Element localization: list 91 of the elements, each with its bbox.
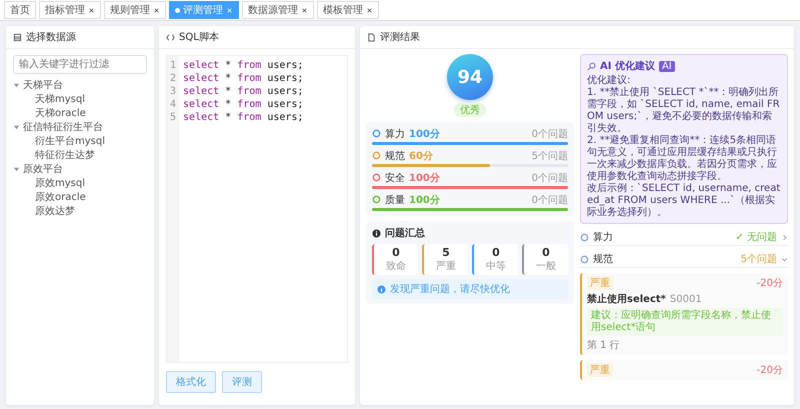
severity-tag: 严重 <box>587 276 613 290</box>
category-name: 算力 <box>593 230 613 244</box>
close-icon[interactable] <box>366 6 373 14</box>
count-label: 中等 <box>486 260 506 273</box>
metric-name: 规范 <box>385 150 405 162</box>
close-icon[interactable] <box>88 6 95 14</box>
chevron-icon[interactable] <box>781 234 788 240</box>
count-value: 5 <box>442 246 450 259</box>
issue-count: 0个问题 <box>532 128 568 140</box>
penalty-text: -20分 <box>756 364 783 377</box>
code-line: select * from users; <box>183 59 304 72</box>
code-editor[interactable]: 1 2 3 4 5 select * from users; select * from users; select * from users; select * from users; select * from users; <box>166 55 348 363</box>
category-row[interactable]: 算力 ✓ 无问题 <box>580 229 788 246</box>
panel-title: 选择数据源 <box>26 30 76 44</box>
count-label: 严重 <box>436 260 456 273</box>
panel-title: 评测结果 <box>380 30 420 44</box>
nav-tab[interactable]: 模板管理 <box>317 1 379 19</box>
suggestion-text: 优化建议: <box>587 75 632 86</box>
search-icon <box>587 62 596 70</box>
notice-text: 发现严重问题，请尽快优化 <box>390 282 510 296</box>
suggestion-box: 建议：应明确查询所需字段名称，禁止使用select*语句 <box>587 308 783 336</box>
code-line: select * from users; <box>183 72 304 85</box>
line-number: 3 <box>170 85 176 98</box>
chevron-icon[interactable] <box>781 256 788 262</box>
tree-item[interactable]: 征信特征衍生平台 <box>13 120 147 134</box>
panel-title: SQL脚本 <box>179 30 219 44</box>
tree-item[interactable]: 特征衍生达梦 <box>13 148 147 162</box>
category-row[interactable]: 规范 5个问题 <box>580 251 788 268</box>
close-icon[interactable] <box>301 6 308 14</box>
metric-score: 100分 <box>409 128 440 140</box>
tree-item[interactable]: 原效达梦 <box>13 204 147 218</box>
tree-item[interactable]: 天梯mysql <box>13 92 147 106</box>
nav-tab[interactable]: 规则管理 <box>104 1 166 19</box>
issue-count: 5个问题 <box>532 150 568 162</box>
line-number: 4 <box>170 98 176 111</box>
metric-score: 100分 <box>409 194 440 206</box>
issue-count: 0个问题 <box>532 172 568 184</box>
severity-tag: 严重 <box>587 363 613 377</box>
issue-count: 0个问题 <box>532 194 568 206</box>
code-icon <box>166 32 175 42</box>
category-name: 规范 <box>593 252 613 266</box>
suggestion-text: 1. **禁止使用 `SELECT *`**：明确列出所需字段，如 `SELECT id, name, email FROM users;`，避免不必要的数据传输和索引失效。 <box>587 87 781 134</box>
caret-icon[interactable] <box>13 82 20 88</box>
line-number: 1 <box>170 59 176 72</box>
caret-icon[interactable] <box>13 166 20 172</box>
count-value: 0 <box>392 246 400 259</box>
info-icon <box>377 284 386 294</box>
tree-item[interactable]: 原效oracle <box>13 190 147 204</box>
line-reference: 第 1 行 <box>587 339 621 352</box>
count-value: 0 <box>492 246 500 259</box>
count-value: 0 <box>542 246 550 259</box>
document-icon <box>367 32 376 42</box>
line-number: 5 <box>170 111 176 124</box>
tree-item[interactable]: 衍生平台mysql <box>13 134 147 148</box>
ai-title: AI 优化建议 <box>600 60 655 73</box>
tree-item[interactable]: 天梯平台 <box>13 78 147 92</box>
metric-score: 60分 <box>409 150 433 162</box>
line-number: 2 <box>170 72 176 85</box>
count-label: 致命 <box>386 260 406 273</box>
tree-item[interactable]: 原效mysql <box>13 176 147 190</box>
rule-code: S0001 <box>670 294 702 304</box>
ring-icon <box>580 232 589 242</box>
ai-badge: AI <box>658 60 675 72</box>
nav-tab[interactable]: 指标管理 <box>39 1 101 19</box>
ring-icon <box>580 254 589 264</box>
metric-name: 安全 <box>385 172 405 184</box>
code-line: select * from users; <box>183 98 304 111</box>
code-line: select * from users; <box>183 111 304 124</box>
metric-score: 100分 <box>409 172 440 184</box>
metric-name: 质量 <box>385 194 405 206</box>
nav-tab[interactable]: 数据源管理 <box>242 1 314 19</box>
penalty-text: -20分 <box>756 277 783 290</box>
grade-tag: 优秀 <box>454 103 486 117</box>
count-label: 一般 <box>536 260 556 273</box>
suggestion-text: 改后示例：`SELECT id, username, created_at FROM users WHERE ...`（根据实际业务选择列）。 <box>587 183 781 219</box>
tree-item[interactable]: 原效平台 <box>13 162 147 176</box>
category-status: ✓ 无问题 <box>735 231 777 244</box>
database-icon <box>13 32 22 42</box>
score-circle: 94 <box>447 54 493 100</box>
section-title: 问题汇总 <box>385 226 425 240</box>
metric-name: 算力 <box>385 128 405 140</box>
tree-item[interactable]: 天梯oracle <box>13 106 147 120</box>
filter-field[interactable]: 输入关键字进行过滤 <box>13 55 147 74</box>
info-icon <box>372 228 381 238</box>
nav-tab[interactable]: 首页 <box>4 1 36 19</box>
category-status: 5个问题 <box>740 253 777 266</box>
caret-icon[interactable] <box>13 124 20 130</box>
code-line: select * from users; <box>183 85 304 98</box>
suggestion-text: 2. **避免重复相同查询**：连续5条相同语句无意义，可通过应用层缓存结果或只执行一次来减少数据库负载。若因分页需求，应使用参数化查询动态拼接字段。 <box>587 135 778 182</box>
issue-title: 禁止使用select* <box>587 292 666 306</box>
close-icon[interactable] <box>153 6 160 14</box>
